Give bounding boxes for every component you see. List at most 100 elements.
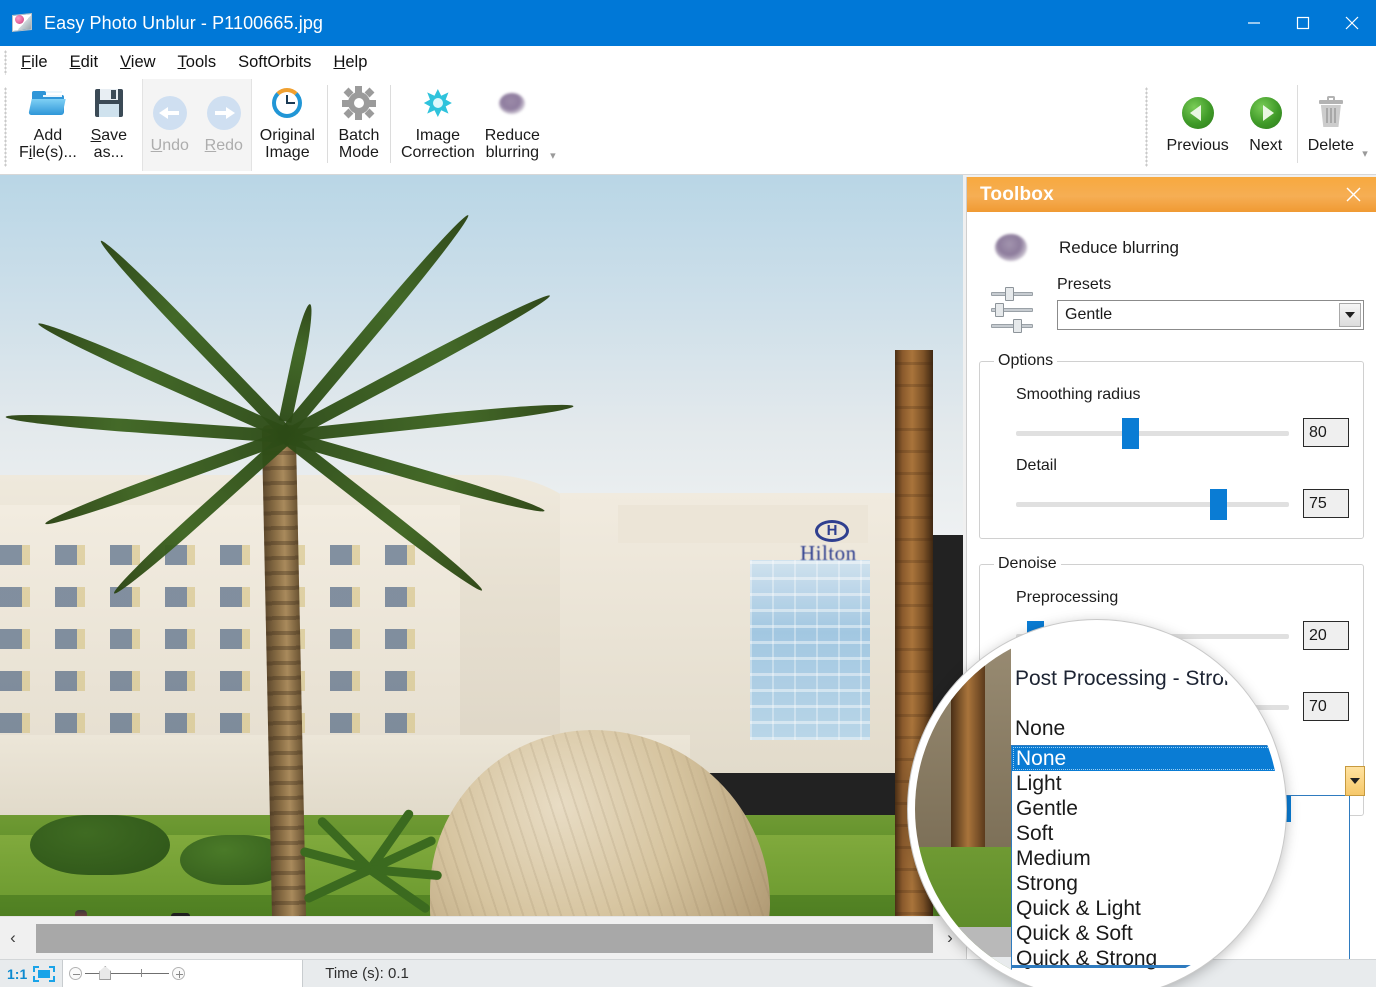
zoom-tick: [141, 969, 143, 977]
smoothing-radius-label: Smoothing radius: [1016, 386, 1141, 403]
toolbar-group-tools: Original Image Batch Mode Image Correcti…: [252, 79, 564, 171]
post-processing-value[interactable]: 70: [1303, 692, 1349, 721]
scroll-track[interactable]: [26, 923, 937, 953]
redo-button[interactable]: Redo: [197, 79, 251, 156]
batch-mode-button[interactable]: Batch Mode: [332, 79, 386, 164]
hilton-wordmark: Hilton: [800, 541, 857, 565]
toolbar-gripper[interactable]: [4, 87, 7, 167]
scroll-thumb[interactable]: [36, 923, 933, 953]
dropdown-item-medium[interactable]: Medium: [1012, 846, 1279, 871]
original-image-label-1: Original: [259, 127, 315, 144]
dropdown-item-none[interactable]: None: [1012, 746, 1279, 771]
dropdown-item-light[interactable]: Light: [1012, 771, 1279, 796]
previous-button[interactable]: Previous: [1157, 79, 1239, 156]
reduce-blurring-label-2: blurring: [485, 144, 539, 162]
magnified-dropdown-list[interactable]: None Light Gentle Soft Medium Strong Qui…: [1011, 745, 1279, 971]
zoom-ratio-label: 1:1: [7, 965, 28, 982]
zoom-slider-cell[interactable]: [63, 959, 304, 987]
image-correction-button[interactable]: Image Correction: [395, 79, 481, 164]
green-left-arrow-icon: [1180, 95, 1216, 131]
preprocessing-value[interactable]: 20: [1303, 621, 1349, 650]
zoom-handle[interactable]: [99, 966, 112, 980]
redo-label: Redo: [204, 137, 243, 154]
zoom-out-icon[interactable]: [69, 967, 83, 980]
dropdown-item-quick-light[interactable]: Quick & Light: [1012, 896, 1279, 921]
menu-label-help-rest: elp: [345, 53, 368, 71]
fit-to-screen-icon[interactable]: [33, 965, 56, 982]
trash-icon: [1313, 95, 1349, 131]
delete-label: Delete: [1307, 137, 1354, 154]
toolbar-group-navigation: Previous Next Delete ▾: [1143, 79, 1376, 167]
hedge-left: [30, 815, 170, 875]
slider-thumb[interactable]: [1122, 417, 1140, 449]
maximize-button[interactable]: [1278, 0, 1327, 46]
reduce-blurring-button[interactable]: Reduce blurring: [481, 79, 550, 164]
detail-slider[interactable]: [1016, 488, 1289, 520]
add-files-button[interactable]: Add File(s)...: [14, 79, 82, 164]
denoise-legend: Denoise: [998, 555, 1057, 572]
dropdown-item-strong[interactable]: Strong: [1012, 871, 1279, 896]
smoothing-radius-value[interactable]: 80: [1303, 418, 1349, 447]
image-canvas[interactable]: Hilton: [0, 175, 963, 916]
menu-item-softorbits[interactable]: SoftOrbits: [227, 50, 322, 75]
dropdown-item-gentle[interactable]: Gentle: [1012, 796, 1279, 821]
gear-icon: [341, 85, 377, 121]
minimize-button[interactable]: [1229, 0, 1278, 46]
preprocessing-label: Preprocessing: [1016, 589, 1119, 606]
current-effect-name: Reduce blurring: [1059, 238, 1180, 257]
ribbon-toolbar: Add File(s)... Save as... Undo Redo Orig…: [0, 79, 1376, 175]
batch-mode-label-1: Batch: [338, 127, 380, 144]
close-button[interactable]: [1327, 0, 1376, 46]
detail-value[interactable]: 75: [1303, 489, 1349, 518]
green-right-arrow-icon: [1248, 95, 1284, 131]
slider-thumb[interactable]: [1209, 488, 1227, 520]
presets-row: Presets Gentle: [979, 276, 1364, 340]
save-as-label-2: as...: [93, 144, 124, 162]
toolbox-close-icon[interactable]: [1340, 182, 1366, 208]
slider-track: [1016, 501, 1289, 507]
toolbar-overflow-icon-right[interactable]: ▾: [1358, 147, 1372, 160]
window-controls: [1229, 0, 1376, 46]
menu-label-view-rest: iew: [130, 53, 156, 71]
undo-button[interactable]: Undo: [143, 79, 197, 156]
add-files-label-1: Add: [33, 127, 63, 144]
zoom-ratio-cell[interactable]: 1:1: [0, 959, 64, 987]
chevron-down-icon[interactable]: [1339, 303, 1361, 327]
scroll-left-button[interactable]: ‹: [0, 917, 26, 960]
dropdown-item-soft[interactable]: Soft: [1012, 821, 1279, 846]
menu-item-file[interactable]: File: [10, 50, 59, 75]
canvas-horizontal-scrollbar[interactable]: ‹ ›: [0, 916, 963, 959]
toolbar-overflow-icon[interactable]: ▾: [546, 149, 560, 162]
previous-label: Previous: [1166, 137, 1229, 154]
zoom-in-icon[interactable]: [172, 967, 186, 980]
menu-label-file-rest: ile: [31, 53, 48, 71]
app-window: Easy Photo Unblur - P1100665.jpg File Ed…: [0, 0, 1376, 987]
zoom-slider[interactable]: [63, 960, 192, 987]
menu-item-tools[interactable]: Tools: [167, 50, 228, 75]
smoothing-radius-row: 80: [1016, 417, 1349, 449]
next-button[interactable]: Next: [1239, 79, 1293, 156]
next-label: Next: [1249, 137, 1283, 154]
original-image-button[interactable]: Original Image: [252, 79, 323, 164]
magnified-post-processing-label: Post Processing - Strong: [1015, 667, 1248, 690]
window-title: Easy Photo Unblur - P1100665.jpg: [44, 12, 324, 33]
save-as-button[interactable]: Save as...: [82, 79, 136, 164]
presets-combobox[interactable]: Gentle: [1057, 300, 1364, 330]
magnifier-content: Post Processing - Strong None None Light…: [915, 627, 1279, 987]
menu-item-help[interactable]: Help: [322, 50, 378, 75]
dropdown-item-quick-soft[interactable]: Quick & Soft: [1012, 921, 1279, 946]
magnified-view: Post Processing - Strong None None Light…: [908, 620, 1286, 987]
image-correction-label-1: Image: [415, 127, 461, 144]
detail-row: 75: [1016, 488, 1349, 520]
menu-item-view[interactable]: View: [109, 50, 166, 75]
zoom-track[interactable]: [85, 966, 170, 980]
toolbar-group-file: Add File(s)... Save as...: [14, 79, 136, 171]
color-burst-icon: [420, 85, 456, 121]
post-processing-dropdown-button[interactable]: [1345, 766, 1365, 796]
delete-button[interactable]: Delete: [1302, 79, 1366, 156]
blur-blob-icon: [989, 228, 1033, 268]
menu-item-edit[interactable]: Edit: [59, 50, 109, 75]
add-files-label-2: File(s)...: [19, 144, 77, 162]
title-bar: Easy Photo Unblur - P1100665.jpg: [0, 0, 1376, 46]
smoothing-radius-slider[interactable]: [1016, 417, 1289, 449]
